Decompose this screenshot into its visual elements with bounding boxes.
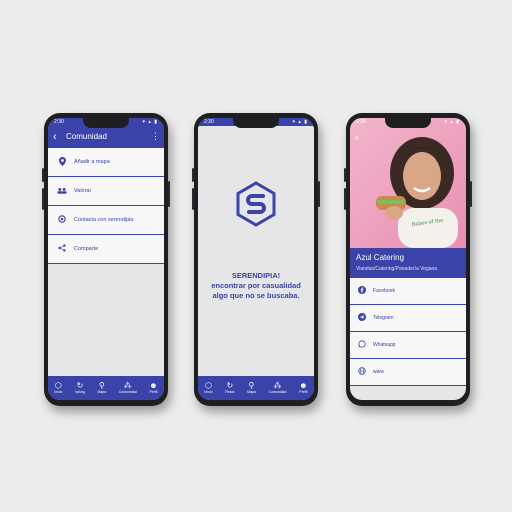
phone-side-button	[42, 168, 44, 182]
tagline-line: algo que no se buscaba.	[212, 291, 300, 300]
phone-side-button	[470, 181, 472, 207]
nav-item-inicio[interactable]: ⬡ Inicio	[204, 381, 212, 395]
status-icons: ▾ ▴ ▮	[292, 119, 308, 125]
link-website[interactable]: www	[350, 359, 466, 386]
person-icon: ☻	[149, 381, 158, 390]
home-logo-icon: ⬡	[204, 381, 212, 390]
page-title: Comunidad	[66, 132, 107, 141]
phone-screen: 2:30 ▾ ▴ ▮ SERENDIPIA! encontrar por cas…	[198, 118, 314, 400]
splash-screen: SERENDIPIA! encontrar por casualidad alg…	[198, 126, 314, 376]
phone-mockup-comunidad: 2:30 ▾ ▴ ▮ ‹ Comunidad ⋮ Añadir a mapa V…	[42, 113, 170, 406]
phone-mockup-profile: Babes of the ‹ 2:30 ▾ ▴ ▮ Azul Catering …	[344, 113, 472, 406]
facebook-icon	[356, 286, 368, 296]
back-arrow-icon[interactable]: ‹	[53, 130, 57, 144]
phone-side-button	[168, 181, 170, 207]
nav-item-retos[interactable]: ↻ Retos	[225, 381, 234, 395]
community-icon: ⁂	[273, 381, 282, 390]
nav-label: Mapa	[247, 390, 256, 394]
app-bar: ‹ Comunidad ⋮	[48, 126, 164, 148]
nav-item-perfil[interactable]: ☻ Perfil	[149, 381, 157, 395]
phone-side-button	[344, 168, 346, 182]
nav-label: Perfil	[299, 390, 308, 394]
status-icons: ▾ ▴ ▮	[142, 119, 158, 125]
tagline-line: encontrar por casualidad	[211, 281, 301, 290]
link-label: www	[373, 369, 384, 375]
nav-item-valorg[interactable]: ↻ Valorg	[75, 381, 85, 395]
bottom-nav: ⬡ Inicio ↻ Retos ⚲ Mapa ⁂ Comunidad ☻ Perfil	[198, 376, 314, 400]
map-pin-icon	[56, 156, 68, 168]
menu-item-label: Valorar	[74, 188, 92, 194]
share-icon	[56, 244, 68, 254]
phone-side-button	[192, 168, 194, 182]
tagline-line: SERENDIPIA!	[231, 271, 281, 280]
globe-icon	[356, 367, 368, 377]
person-illustration: Babes of the	[376, 137, 458, 248]
link-telegram[interactable]: Telegram	[350, 305, 466, 332]
status-time: 2:30	[54, 119, 64, 125]
nav-item-perfil[interactable]: ☻ Perfil	[299, 381, 307, 395]
people-icon	[56, 187, 68, 196]
nav-label: Perfil	[149, 390, 158, 394]
status-time: 2:30	[356, 119, 366, 125]
menu-item-share[interactable]: Comparte	[48, 235, 164, 264]
nav-item-comunidad[interactable]: ⁂ Comunidad	[119, 381, 137, 395]
nav-label: Mapa	[97, 390, 107, 394]
phone-mockup-splash: 2:30 ▾ ▴ ▮ SERENDIPIA! encontrar por cas…	[192, 113, 320, 406]
menu-item-add-to-map[interactable]: Añadir a mapa	[48, 148, 164, 177]
phone-screen: 2:30 ▾ ▴ ▮ ‹ Comunidad ⋮ Añadir a mapa V…	[48, 118, 164, 400]
community-icon: ⁂	[123, 381, 132, 390]
nav-label: Valorg	[75, 390, 85, 394]
tagline: SERENDIPIA! encontrar por casualidad alg…	[198, 271, 314, 301]
link-label: Whatsapp	[373, 342, 396, 348]
link-label: Facebook	[373, 288, 395, 294]
phone-screen: Babes of the ‹ 2:30 ▾ ▴ ▮ Azul Catering …	[350, 118, 466, 400]
community-menu: Añadir a mapa Valorar Contacta con seren…	[48, 148, 164, 264]
phone-side-button	[344, 188, 346, 210]
refresh-icon: ↻	[226, 381, 234, 390]
phone-side-button	[192, 188, 194, 210]
nav-item-comunidad[interactable]: ⁂ Comunidad	[269, 381, 287, 395]
profile-header: Azul Catering Viandas/Catering/Panadería…	[350, 248, 466, 278]
map-pin-icon: ⚲	[248, 381, 255, 390]
nav-label: Inicio	[204, 390, 213, 394]
settings-icon	[56, 215, 68, 225]
map-pin-icon: ⚲	[98, 381, 105, 390]
serendipia-logo-icon	[236, 181, 276, 227]
back-arrow-icon[interactable]: ‹	[355, 132, 359, 144]
menu-item-label: Añadir a mapa	[74, 159, 110, 165]
nav-label: Comunidad	[268, 390, 287, 394]
telegram-icon	[356, 313, 368, 323]
status-icons: ▾ ▴ ▮	[444, 119, 460, 125]
phone-side-button	[318, 181, 320, 207]
phone-side-button	[42, 188, 44, 210]
nav-label: Comunidad	[118, 390, 137, 394]
menu-item-contact[interactable]: Contacta con serendipia	[48, 206, 164, 235]
link-label: Telegram	[373, 315, 394, 321]
person-icon: ☻	[299, 381, 308, 390]
nav-label: Retos	[225, 390, 235, 394]
business-name: Azul Catering	[356, 253, 405, 262]
business-subtitle: Viandas/Catering/Panadería Vegana	[356, 266, 438, 272]
nav-label: Inicio	[54, 390, 63, 394]
phone-notch	[83, 118, 129, 128]
nav-item-mapa[interactable]: ⚲ Mapa	[97, 381, 106, 395]
whatsapp-icon	[356, 340, 368, 350]
nav-item-mapa[interactable]: ⚲ Mapa	[247, 381, 256, 395]
phone-notch	[385, 118, 431, 128]
more-options-icon[interactable]: ⋮	[151, 131, 160, 142]
link-whatsapp[interactable]: Whatsapp	[350, 332, 466, 359]
home-logo-icon: ⬡	[54, 381, 62, 390]
bottom-nav: ⬡ Inicio ↻ Valorg ⚲ Mapa ⁂ Comunidad ☻ Perfil	[48, 376, 164, 400]
menu-item-rate[interactable]: Valorar	[48, 177, 164, 206]
profile-photo: Babes of the ‹	[350, 118, 466, 248]
social-links: Facebook Telegram Whatsapp www	[350, 278, 466, 386]
link-facebook[interactable]: Facebook	[350, 278, 466, 305]
phone-notch	[233, 118, 279, 128]
refresh-icon: ↻	[76, 381, 84, 390]
status-time: 2:30	[204, 119, 214, 125]
menu-item-label: Comparte	[74, 246, 99, 252]
nav-item-inicio[interactable]: ⬡ Inicio	[54, 381, 62, 395]
menu-item-label: Contacta con serendipia	[74, 217, 134, 223]
